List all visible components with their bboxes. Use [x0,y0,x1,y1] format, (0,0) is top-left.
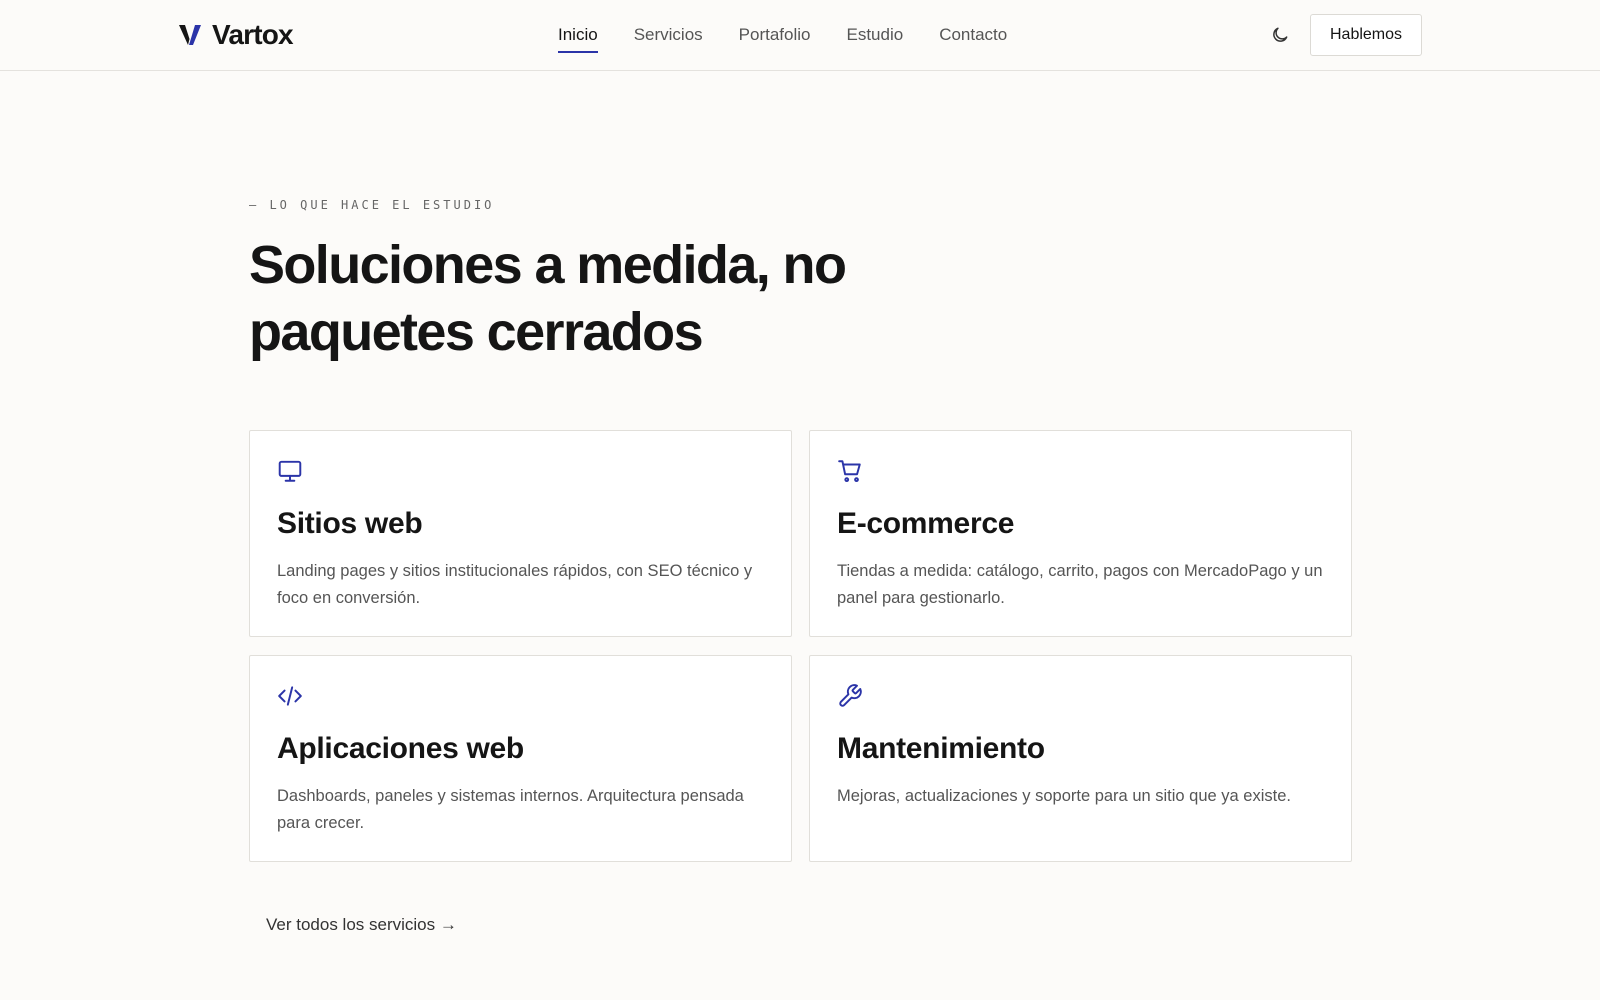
shopping-cart-icon [838,460,861,483]
brand-name: Vartox [212,19,294,50]
theme-toggle-button[interactable] [1268,23,1292,47]
service-description: Tiendas a medida: catálogo, carrito, pag… [837,562,1323,607]
service-card-e-commerce[interactable]: E-commerce Tiendas a medida: catálogo, c… [809,430,1352,637]
main-nav: Inicio Servicios Portafolio Estudio Cont… [558,0,1007,70]
service-description: Mejoras, actualizaciones y soporte para … [837,787,1291,805]
service-card-sitios-web[interactable]: Sitios web Landing pages y sitios instit… [249,430,792,637]
service-title: Aplicaciones web [277,732,524,765]
nav-item-portafolio[interactable]: Portafolio [739,0,811,70]
services-grid: Sitios web Landing pages y sitios instit… [249,430,1352,863]
monitor-icon [278,460,302,482]
section-title: Soluciones a medida, no paquetes cerrado… [249,235,847,362]
wrench-icon [839,684,862,707]
moon-icon [1273,27,1288,42]
hablemos-button[interactable]: Hablemos [1310,14,1422,56]
service-description: Dashboards, paneles y sistemas internos.… [277,787,744,832]
service-title: Sitios web [277,507,423,540]
nav-item-servicios[interactable]: Servicios [634,0,703,70]
site-header: Vartox Inicio Servicios Portafolio Estud… [0,0,1600,71]
section-eyebrow: — LO QUE HACE EL ESTUDIO [249,198,495,212]
service-description: Landing pages y sitios institucionales r… [277,562,753,607]
nav-item-contacto[interactable]: Contacto [939,0,1007,70]
service-card-aplicaciones-web[interactable]: Aplicaciones web Dashboards, paneles y s… [249,655,792,862]
brand-logo[interactable]: Vartox [178,17,294,53]
view-all-services-link[interactable]: Ver todos los servicios → [266,915,457,935]
service-title: E-commerce [837,507,1015,540]
nav-item-inicio[interactable]: Inicio [558,0,598,70]
nav-item-estudio[interactable]: Estudio [846,0,903,70]
service-card-mantenimiento[interactable]: Mantenimiento Mejoras, actualizaciones y… [809,655,1352,862]
vartox-logo-icon [179,25,201,45]
service-title: Mantenimiento [837,732,1045,765]
code-icon [278,686,302,706]
